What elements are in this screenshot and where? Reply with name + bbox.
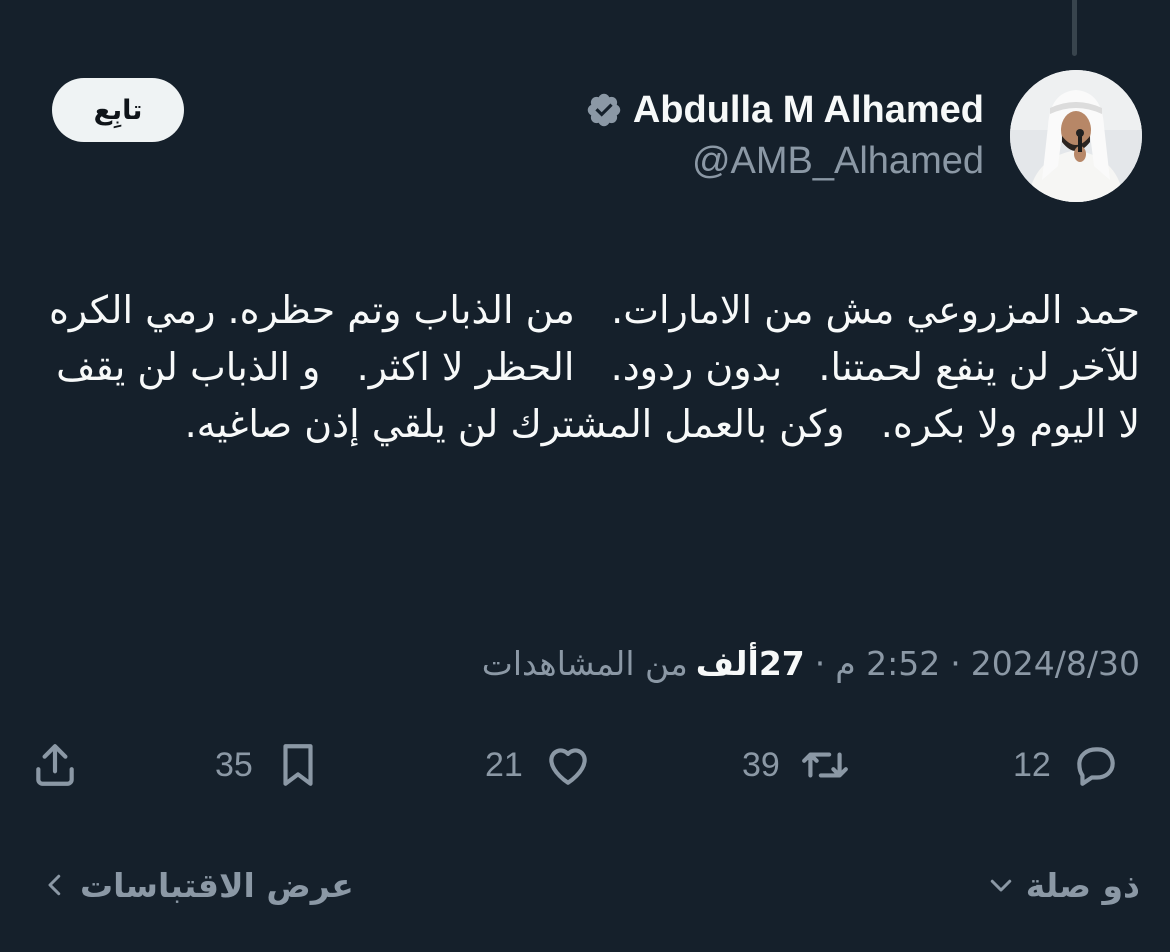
- meta-separator: ·: [814, 643, 826, 683]
- like-button[interactable]: 21: [485, 738, 593, 792]
- reply-count: 12: [1013, 745, 1051, 784]
- related-dropdown[interactable]: ذو صلة: [986, 860, 1140, 910]
- author-name-row[interactable]: Abdulla M Alhamed: [585, 86, 984, 134]
- bookmark-icon: [283, 744, 313, 786]
- follow-button[interactable]: تابِع: [52, 78, 184, 142]
- heart-icon: [549, 748, 587, 785]
- repost-icon: [801, 752, 848, 778]
- bookmark-button[interactable]: 35: [215, 738, 323, 792]
- avatar-photo: [1010, 70, 1142, 202]
- reply-button[interactable]: 12: [1013, 738, 1121, 792]
- meta-separator: ·: [950, 643, 961, 683]
- bookmark-count: 35: [215, 745, 253, 784]
- related-label: ذو صلة: [1025, 865, 1140, 905]
- thread-connector-line: [1072, 0, 1077, 56]
- tweet-detail-view: Abdulla M Alhamed @AMB_Alhamed تابِع حمد…: [0, 0, 1170, 952]
- repost-count: 39: [742, 745, 780, 784]
- tweet-date[interactable]: 2024/8/30: [971, 644, 1140, 683]
- tweet-text: حمد المزروعي مش من الامارات. من الذباب و…: [36, 288, 1140, 446]
- view-quotes-label: عرض الاقتباسات: [80, 865, 354, 905]
- views-label: من المشاهدات: [481, 643, 688, 683]
- tweet-time[interactable]: 2:52 م: [835, 644, 940, 683]
- verified-badge-icon: [585, 91, 623, 129]
- avatar[interactable]: [1010, 70, 1142, 202]
- like-count: 21: [485, 745, 523, 784]
- tweet-meta: من المشاهدات 27ألف · 2:52 م · 2024/8/30: [482, 638, 1140, 688]
- author-display-name[interactable]: Abdulla M Alhamed: [633, 89, 984, 132]
- view-quotes-link[interactable]: عرض الاقتباسات: [40, 860, 354, 910]
- chevron-down-icon: [990, 879, 1011, 892]
- share-icon: [36, 744, 74, 786]
- share-button[interactable]: [30, 738, 80, 792]
- repost-button[interactable]: 39: [742, 738, 850, 792]
- views-count[interactable]: 27ألف: [696, 644, 805, 683]
- chevron-left-icon: [48, 874, 61, 896]
- author-handle[interactable]: @AMB_Alhamed: [692, 140, 984, 183]
- reply-icon: [1077, 747, 1115, 786]
